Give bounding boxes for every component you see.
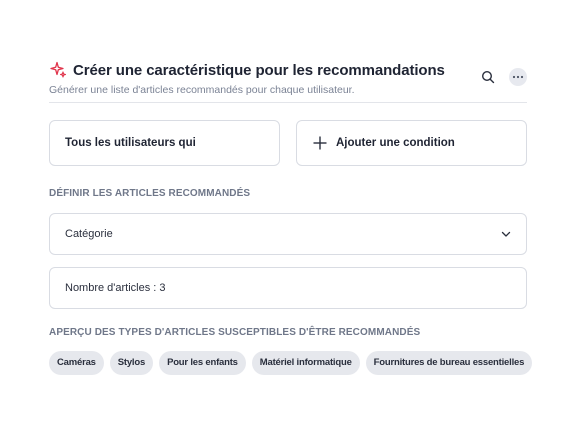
item-count-field[interactable]: Nombre d'articles : 3 [49, 267, 527, 309]
recommendation-feature-panel: Créer une caractéristique pour les recom… [49, 60, 533, 375]
panel-header: Créer une caractéristique pour les recom… [49, 60, 527, 103]
chip-cameras: Caméras [49, 351, 104, 375]
add-condition-button[interactable]: Ajouter une condition [296, 120, 527, 166]
preview-chip-list: Caméras Stylos Pour les enfants Matériel… [49, 351, 533, 375]
chevron-down-icon [500, 228, 512, 240]
define-section-label: DÉFINIR LES ARTICLES RECOMMANDÉS [49, 188, 251, 199]
item-count-value: Nombre d'articles : 3 [65, 282, 166, 294]
chip-kids: Pour les enfants [159, 351, 246, 375]
sparkle-icon [49, 61, 67, 79]
page-title: Créer une caractéristique pour les recom… [73, 61, 445, 79]
condition-row: Tous les utilisateurs qui Ajouter une co… [49, 120, 527, 166]
users-selector[interactable]: Tous les utilisateurs qui [49, 120, 280, 166]
users-selector-label: Tous les utilisateurs qui [65, 137, 196, 149]
category-select-value: Catégorie [65, 228, 113, 240]
title-row: Créer une caractéristique pour les recom… [49, 60, 527, 80]
chip-pens: Stylos [109, 351, 154, 375]
plus-icon [312, 135, 328, 151]
category-select[interactable]: Catégorie [49, 213, 527, 255]
search-icon[interactable] [479, 68, 497, 86]
add-condition-label: Ajouter une condition [336, 137, 455, 149]
header-actions [479, 68, 527, 86]
more-horizontal-icon [512, 75, 524, 79]
preview-section-label: APERÇU DES TYPES D'ARTICLES SUSCEPTIBLES… [49, 327, 421, 338]
page-subtitle: Générer une liste d'articles recommandés… [49, 84, 355, 96]
more-options-button[interactable] [509, 68, 527, 86]
chip-office-supplies: Fournitures de bureau essentielles [365, 351, 533, 375]
chip-computer-hardware: Matériel informatique [251, 351, 360, 375]
